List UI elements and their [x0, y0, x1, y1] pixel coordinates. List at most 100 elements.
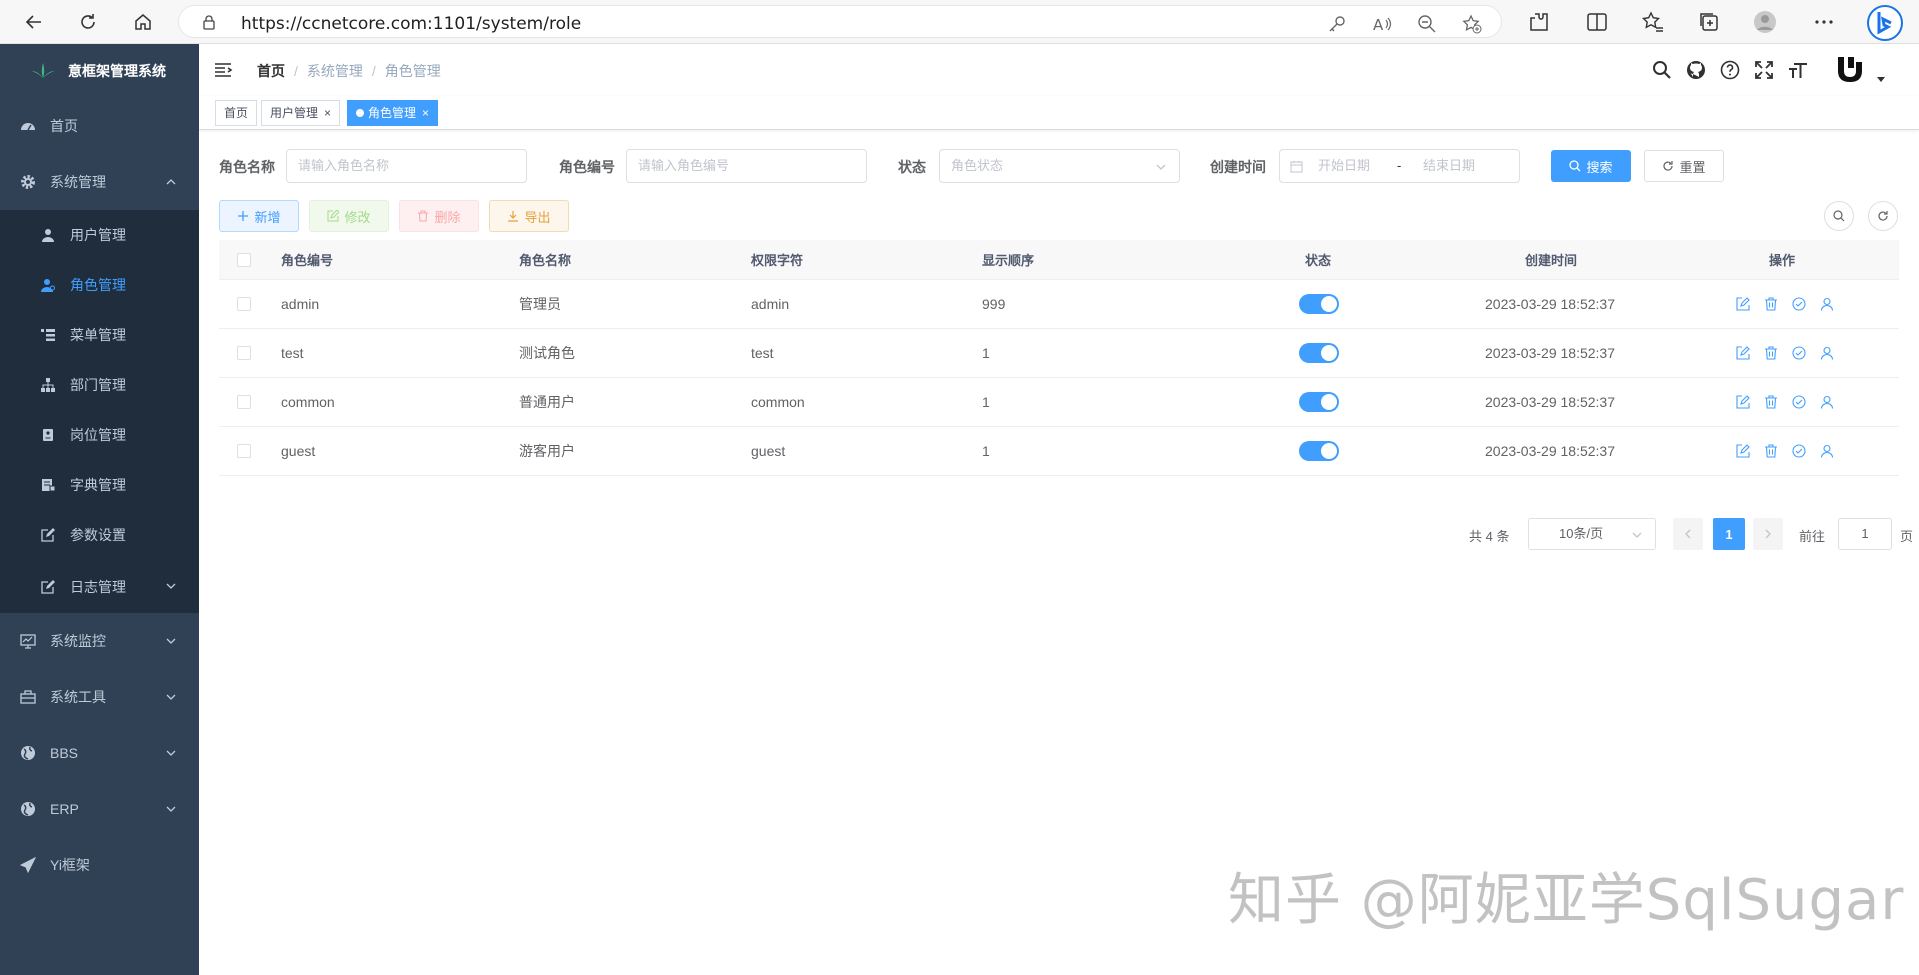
date-range-picker[interactable]: 开始日期 - 结束日期 [1279, 149, 1520, 183]
zoom-out-icon[interactable] [1417, 14, 1437, 34]
help-icon[interactable] [1720, 60, 1740, 80]
favorites-icon[interactable] [1641, 10, 1665, 34]
sidebar-item-home[interactable]: 首页 [0, 98, 199, 154]
add-button[interactable]: 新增 [219, 200, 299, 232]
status-switch[interactable] [1299, 392, 1339, 412]
sidebar-item-dicts[interactable]: 字典管理 [0, 460, 199, 510]
sidebar-item-params[interactable]: 参数设置 [0, 510, 199, 560]
status-select[interactable]: 角色状态 [939, 149, 1180, 183]
role-name-input[interactable]: 请输入角色名称 [286, 149, 527, 183]
table-row: test 测试角色 test 1 2023-03-29 18:52:37 [219, 329, 1899, 378]
trash-icon[interactable] [1764, 297, 1778, 311]
trash-icon[interactable] [1764, 346, 1778, 360]
status-switch[interactable] [1299, 343, 1339, 363]
search-button[interactable]: 搜索 [1551, 150, 1631, 182]
fullscreen-icon[interactable] [1754, 60, 1774, 80]
sidebar-item-bbs[interactable]: BBS [0, 725, 199, 781]
caret-down-icon[interactable] [1876, 74, 1886, 84]
status-switch[interactable] [1299, 441, 1339, 461]
export-button[interactable]: 导出 [489, 200, 569, 232]
sidebar-item-tools[interactable]: 系统工具 [0, 669, 199, 725]
header-actions: 操作 [1769, 253, 1796, 268]
status-switch[interactable] [1299, 294, 1339, 314]
sidebar-item-posts[interactable]: 岗位管理 [0, 410, 199, 460]
sidebar-item-roles[interactable]: 角色管理 [0, 260, 199, 310]
row-checkbox[interactable] [237, 297, 251, 311]
address-bar[interactable]: https://ccnetcore.com:1101/system/role A [178, 5, 1502, 38]
breadcrumb-home[interactable]: 首页 [257, 63, 285, 79]
collections-icon[interactable] [1697, 10, 1721, 34]
refresh-table-button[interactable] [1868, 201, 1898, 231]
avatar[interactable] [1835, 54, 1865, 84]
reset-button[interactable]: 重置 [1644, 150, 1724, 182]
toggle-search-button[interactable] [1824, 201, 1854, 231]
cell-created: 2023-03-29 18:52:37 [1485, 345, 1615, 361]
check-circle-icon[interactable] [1792, 395, 1806, 409]
prev-page-button[interactable] [1673, 518, 1703, 550]
page-size-select[interactable]: 10条/页 [1528, 518, 1656, 550]
role-code-input[interactable]: 请输入角色编号 [626, 149, 867, 183]
extensions-icon[interactable] [1527, 10, 1551, 34]
sidebar-item-monitor[interactable]: 系统监控 [0, 613, 199, 669]
goto-page-input[interactable]: 1 [1838, 518, 1892, 550]
table-body: admin 管理员 admin 999 2023-03-29 18:52:37 test 测… [219, 280, 1899, 476]
check-circle-icon[interactable] [1792, 297, 1806, 311]
user-icon[interactable] [1820, 444, 1834, 458]
table-row: admin 管理员 admin 999 2023-03-29 18:52:37 [219, 280, 1899, 329]
sidebar-item-yi[interactable]: Yi框架 [0, 837, 199, 893]
navbar: 首页 / 系统管理 / 角色管理 [199, 44, 1919, 96]
user-icon[interactable] [1820, 297, 1834, 311]
close-icon[interactable]: × [422, 101, 429, 125]
home-icon[interactable] [129, 8, 157, 36]
cell-role-name: 测试角色 [519, 345, 575, 361]
end-date-input[interactable]: 结束日期 [1423, 150, 1475, 182]
more-icon[interactable] [1812, 10, 1836, 34]
cell-role-code: test [281, 345, 304, 361]
user-icon[interactable] [1820, 346, 1834, 360]
tag-users[interactable]: 用户管理 × [261, 100, 341, 126]
next-page-button[interactable] [1753, 518, 1783, 550]
tag-roles[interactable]: 角色管理 × [347, 100, 439, 126]
edit-icon[interactable] [1736, 346, 1750, 360]
delete-button[interactable]: 删除 [399, 200, 479, 232]
chevron-left-icon [1685, 529, 1691, 539]
row-checkbox[interactable] [237, 346, 251, 360]
page-number-current[interactable]: 1 [1713, 518, 1745, 550]
split-screen-icon[interactable] [1585, 10, 1609, 34]
check-circle-icon[interactable] [1792, 346, 1806, 360]
edit-icon[interactable] [1736, 444, 1750, 458]
sidebar-item-logs[interactable]: 日志管理 [0, 560, 199, 613]
close-icon[interactable]: × [324, 101, 331, 125]
sidebar-item-system[interactable]: 系统管理 [0, 154, 199, 210]
bing-copilot-icon[interactable] [1866, 4, 1904, 42]
hamburger-icon[interactable] [213, 60, 233, 80]
trash-icon[interactable] [1764, 444, 1778, 458]
key-icon[interactable] [1327, 14, 1347, 34]
back-icon[interactable] [20, 8, 48, 36]
sidebar-item-departments[interactable]: 部门管理 [0, 360, 199, 410]
sidebar-logo[interactable]: 意框架管理系统 [0, 44, 199, 98]
profile-icon[interactable] [1753, 10, 1777, 34]
row-checkbox[interactable] [237, 395, 251, 409]
sidebar-item-users[interactable]: 用户管理 [0, 210, 199, 260]
select-all-checkbox[interactable] [237, 252, 251, 267]
user-icon[interactable] [1820, 395, 1834, 409]
trash-icon [418, 210, 429, 222]
github-icon[interactable] [1686, 60, 1706, 80]
refresh-icon[interactable] [74, 8, 102, 36]
row-checkbox[interactable] [237, 444, 251, 458]
sidebar-item-erp[interactable]: ERP [0, 781, 199, 837]
check-circle-icon[interactable] [1792, 444, 1806, 458]
edit-icon[interactable] [1736, 297, 1750, 311]
favorite-add-icon[interactable] [1462, 14, 1482, 34]
read-aloud-icon[interactable]: A [1372, 14, 1392, 34]
trash-icon[interactable] [1764, 395, 1778, 409]
start-date-input[interactable]: 开始日期 [1318, 150, 1370, 182]
edit-icon[interactable] [1736, 395, 1750, 409]
tag-home[interactable]: 首页 [215, 100, 258, 126]
edit-button[interactable]: 修改 [309, 200, 389, 232]
font-size-icon[interactable] [1788, 60, 1808, 80]
search-icon[interactable] [1652, 60, 1672, 80]
cell-permission: common [751, 394, 805, 410]
sidebar-item-menus[interactable]: 菜单管理 [0, 310, 199, 360]
